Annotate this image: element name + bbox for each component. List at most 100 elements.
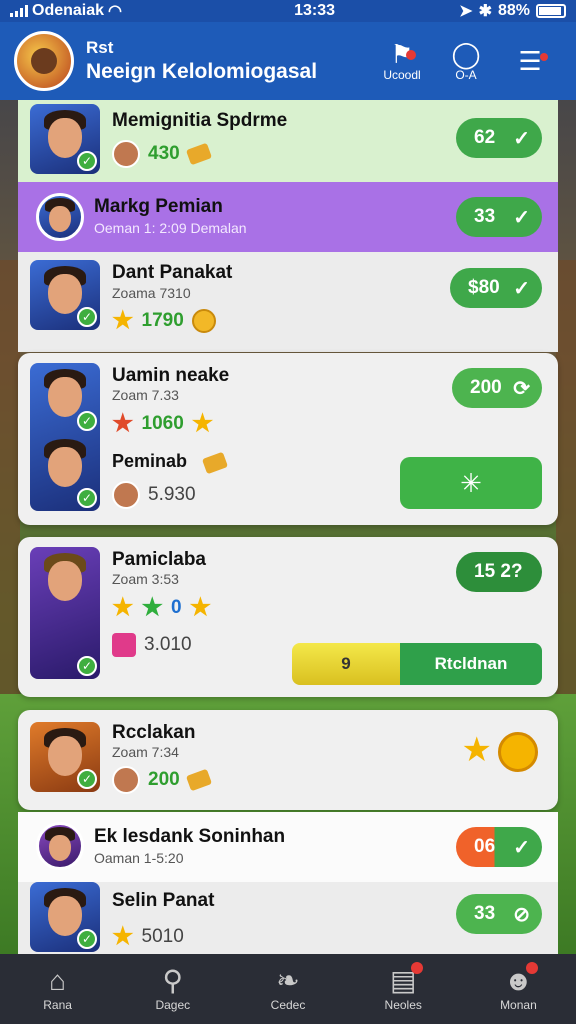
check-icon: ✓ xyxy=(513,836,530,859)
tab-news[interactable]: ▤ Neoles xyxy=(346,954,461,1024)
signal-icon xyxy=(10,5,28,17)
avatar: ✓ xyxy=(30,104,100,174)
status-label: O-A xyxy=(455,68,477,82)
pill-value: 33 xyxy=(474,903,496,924)
list-item[interactable]: Ek lesdank Soninhan Oaman 1-5:20 06 ✓ xyxy=(18,812,558,882)
coin-button[interactable] xyxy=(498,732,538,772)
tab-label: Dagec xyxy=(155,998,191,1012)
bar-right-label: Rtcldnan xyxy=(400,643,542,685)
notifications-label: Ucoodl xyxy=(383,68,421,82)
pill-value: 33 xyxy=(474,206,496,227)
tab-home[interactable]: ⌂ Rana xyxy=(0,954,115,1024)
avatar: ✓ xyxy=(30,882,100,952)
tab-leaf[interactable]: ❧ Cedec xyxy=(230,954,345,1024)
score-pill-button[interactable]: 62 ✓ xyxy=(456,118,542,158)
menu-badge xyxy=(540,53,548,61)
status-button[interactable]: ◯ O-A xyxy=(434,40,498,82)
list-card[interactable]: ✓ ✓ Uamin neake Zoam 7.33 ★ 1060 ★ Pemina… xyxy=(18,353,558,525)
tab-search[interactable]: ⚲ Dagec xyxy=(115,954,230,1024)
score-pill-button[interactable]: 06 ✓ xyxy=(456,827,542,867)
player-subtext: Oeman 1: 2:09 Demalan xyxy=(94,220,247,236)
check-icon: ✓ xyxy=(513,277,530,300)
check-icon: ✓ xyxy=(513,127,530,150)
pill-value: $80 xyxy=(468,277,500,298)
avatar: ✓ ✓ xyxy=(30,363,100,511)
mini-avatar-icon xyxy=(112,481,140,509)
bar-left-label: 9 xyxy=(292,643,400,685)
home-icon: ⌂ xyxy=(49,965,67,996)
secondary-name: Peminab xyxy=(112,451,188,471)
player-name: Uamin neake xyxy=(112,365,230,386)
avatar xyxy=(36,822,84,870)
app-logo[interactable] xyxy=(14,31,74,91)
app-header: Rst Neeign Kelolomiogasal ⚑ Ucoodl ◯ O-A… xyxy=(0,22,576,100)
star-icon: ★ xyxy=(189,594,212,621)
action-button[interactable]: ✳ xyxy=(400,457,542,509)
player-score: 5010 xyxy=(141,925,184,947)
edit-list-icon: ☰ xyxy=(518,46,542,76)
progress-action-button[interactable]: 9 Rtcldnan xyxy=(292,643,542,685)
wifi-icon: ◠ xyxy=(108,3,122,20)
sparkle-icon: ✳ xyxy=(460,467,482,498)
secondary-value: 3.010 xyxy=(144,634,192,655)
circle-icon: ◯ xyxy=(451,39,481,69)
player-name: Pamiclaba xyxy=(112,549,206,570)
secondary-value: 5.930 xyxy=(148,484,196,505)
clock: 13:33 xyxy=(294,2,336,19)
list-item[interactable]: ✓ Selin Panat ★ 5010 33 ⊘ xyxy=(18,882,558,954)
player-name: Rcclakan xyxy=(112,722,196,743)
battery-percent: 88% xyxy=(497,2,530,19)
player-subtext: Zoama 7310 xyxy=(112,285,191,301)
list-item[interactable]: ✓ Memignitia Spdrme 430 62 ✓ xyxy=(18,100,558,182)
star-icon: ★ xyxy=(461,731,492,769)
news-icon: ▤ xyxy=(389,965,417,996)
star-icon: ★ xyxy=(112,923,134,950)
player-score: 200 xyxy=(148,769,180,790)
header-title: Neeign Kelolomiogasal xyxy=(86,60,318,83)
player-score: 1060 xyxy=(141,412,184,434)
star-icon: ★ xyxy=(141,594,164,621)
bell-icon: ⚑ xyxy=(390,39,414,69)
list-item[interactable]: Markg Pemian Oeman 1: 2:09 Demalan 33 ✓ xyxy=(18,182,558,252)
player-subtext: Oaman 1-5:20 xyxy=(94,850,184,866)
compass-icon: ⊘ xyxy=(513,903,530,926)
list-card[interactable]: ✓ Pamiclaba Zoam 3:53 ★ ★ 0 ★ 3.010 15 2… xyxy=(18,537,558,697)
star-icon: ★ xyxy=(191,410,214,437)
player-subtext: Zoam 3:53 xyxy=(112,571,179,587)
score-pill-button[interactable]: 33 ✓ xyxy=(456,197,542,237)
list-card[interactable]: ✓ Rcclakan Zoam 7:34 200 ★ xyxy=(18,710,558,810)
pill-value: 200 xyxy=(470,377,502,398)
gift-icon xyxy=(112,633,136,657)
score-pill-button[interactable]: 15 2? xyxy=(456,552,542,592)
player-name: Memignitia Spdrme xyxy=(112,110,288,131)
list-item[interactable]: ✓ Dant Panakat Zoama 7310 ★ 1790 $80 ✓ xyxy=(18,252,558,352)
ticket-icon xyxy=(185,142,212,166)
tab-label: Neoles xyxy=(384,998,422,1012)
player-subtext: Zoam 7:34 xyxy=(112,744,179,760)
score-pill-button[interactable]: 200 ⟳ xyxy=(452,368,542,408)
avatar xyxy=(36,193,84,241)
mini-avatar-icon xyxy=(112,140,140,168)
star-icon: ★ xyxy=(112,307,134,334)
carrier-name: Odenaiak xyxy=(32,2,105,19)
ticket-icon xyxy=(201,451,229,475)
location-icon: ➤ xyxy=(459,3,473,20)
player-name: Selin Panat xyxy=(112,890,215,911)
tab-label: Monan xyxy=(500,998,537,1012)
tab-profile[interactable]: ☻ Monan xyxy=(461,954,576,1024)
status-bar: Odenaiak ◠ 13:33 ➤ ✱ 88% xyxy=(0,0,576,22)
battery-icon xyxy=(536,4,566,18)
background-pillar-left xyxy=(0,260,20,760)
pill-value: 06 xyxy=(474,836,496,857)
background-pillar-right xyxy=(556,260,576,760)
tab-label: Cedec xyxy=(270,998,306,1012)
header-subtitle: Rst xyxy=(86,38,114,57)
profile-badge xyxy=(526,962,539,974)
avatar: ✓ xyxy=(30,260,100,330)
notifications-button[interactable]: ⚑ Ucoodl xyxy=(370,40,434,82)
menu-button[interactable]: ☰ xyxy=(498,47,562,75)
news-badge xyxy=(410,962,423,974)
leaf-icon: ❧ xyxy=(276,965,300,996)
score-pill-button[interactable]: 33 ⊘ xyxy=(456,894,542,934)
score-pill-button[interactable]: $80 ✓ xyxy=(450,268,542,308)
